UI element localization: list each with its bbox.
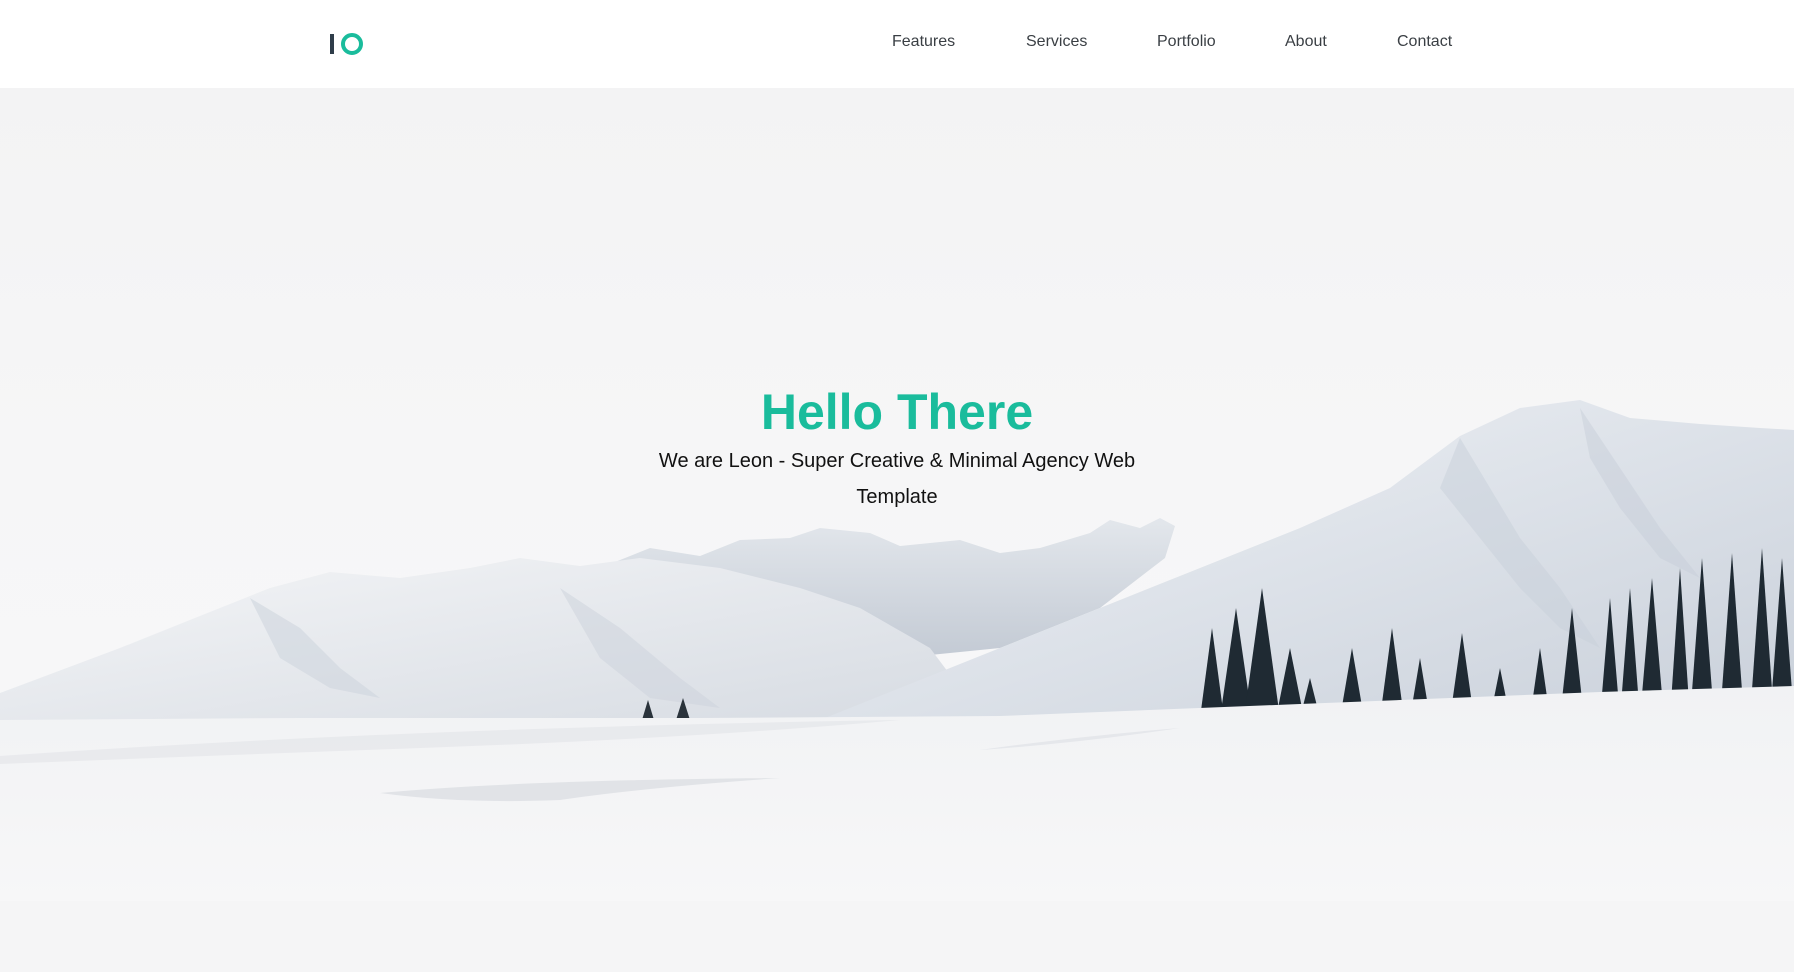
below-hero-area [0,901,1794,972]
nav-link-contact[interactable]: Contact [1397,32,1452,52]
nav-link-about[interactable]: About [1285,32,1327,52]
hero-subtitle: We are Leon - Super Creative & Minimal A… [658,450,1136,508]
navbar: Features Services Portfolio About Contac… [0,0,1794,88]
nav-link-services[interactable]: Services [1026,32,1087,52]
nav-link-features[interactable]: Features [892,32,955,52]
nav-link-portfolio[interactable]: Portfolio [1157,32,1216,52]
main-nav: Features Services Portfolio About Contac… [0,0,1794,88]
hero-title: Hello There [760,384,1034,440]
hero-section: Hello There We are Leon - Super Creative… [0,88,1794,901]
